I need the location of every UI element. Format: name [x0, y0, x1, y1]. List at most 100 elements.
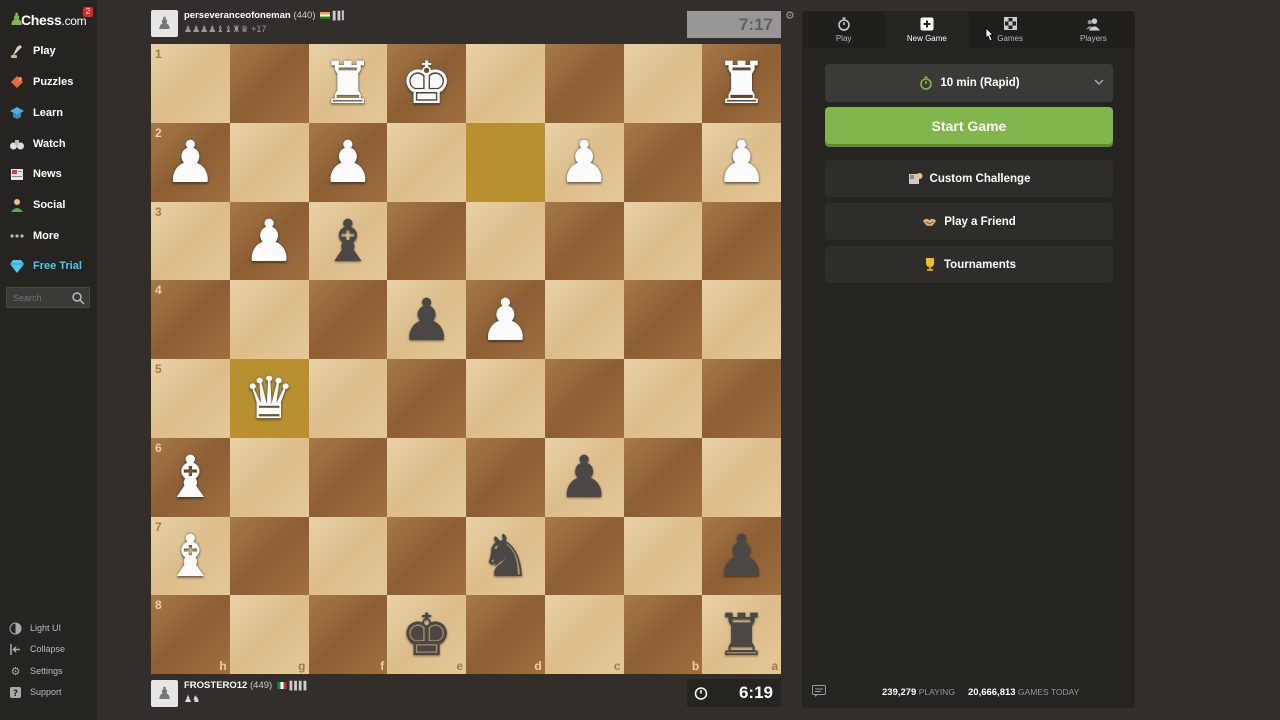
square-e4[interactable]: ♟ [387, 280, 466, 359]
square-g7[interactable] [229, 516, 309, 596]
square-h3[interactable]: 3 [151, 201, 230, 281]
square-e3[interactable] [387, 201, 466, 281]
chess-board[interactable]: 1 ♜ ♚ ♜ 2 ♟ ♟ ♟ ♟ 3 ♟ ♝ 4 ♟ ♟ 5 ♛ 6 ♝ ♟ 7 ♝ ♞ ♟ 8 h g f e ♚ d c b a ♜ [151, 44, 781, 674]
square-a1[interactable]: ♜ [702, 44, 781, 123]
square-c5[interactable] [544, 359, 624, 438]
black-bishop-icon[interactable]: ♝ [322, 212, 374, 270]
opponent-avatar[interactable]: ♟ [151, 10, 178, 37]
white-pawn-icon[interactable]: ♟ [716, 133, 768, 191]
search-icon[interactable] [71, 291, 85, 305]
tab-new-game[interactable]: New Game [885, 11, 969, 48]
square-h7[interactable]: 7 ♝ [151, 516, 230, 596]
sidebar-item-play[interactable]: Play [8, 40, 56, 62]
collapse-button[interactable]: Collapse [8, 641, 65, 657]
square-e5[interactable] [387, 359, 466, 438]
square-e1[interactable]: ♚ [387, 44, 466, 123]
white-rook-icon[interactable]: ♜ [322, 54, 374, 112]
square-d2[interactable] [466, 122, 545, 202]
square-b6[interactable] [623, 437, 703, 517]
square-h8[interactable]: 8h [151, 595, 230, 674]
square-f3[interactable]: ♝ [308, 201, 388, 281]
sidebar-item-more[interactable]: More [8, 225, 59, 247]
square-c2[interactable]: ♟ [544, 122, 624, 202]
board-settings-gear-icon[interactable]: ⚙ [785, 11, 796, 22]
square-f5[interactable] [308, 359, 388, 438]
square-d1[interactable] [466, 44, 545, 123]
square-e2[interactable] [387, 122, 466, 202]
square-a7[interactable]: ♟ [702, 516, 781, 596]
tournaments-button[interactable]: Tournaments [825, 246, 1113, 283]
square-e6[interactable] [387, 437, 466, 517]
square-d7[interactable]: ♞ [466, 516, 545, 596]
search-input[interactable] [13, 292, 71, 303]
white-pawn-icon[interactable]: ♟ [558, 133, 610, 191]
square-b5[interactable] [623, 359, 703, 438]
square-f2[interactable]: ♟ [308, 122, 388, 202]
square-a6[interactable] [702, 437, 781, 517]
black-knight-icon[interactable]: ♞ [479, 527, 531, 585]
square-g3[interactable]: ♟ [229, 201, 309, 281]
player-name[interactable]: FROSTERO12 [184, 680, 247, 691]
square-f8[interactable]: f [308, 595, 388, 674]
square-d5[interactable] [466, 359, 545, 438]
support-button[interactable]: ? Support [8, 684, 62, 700]
square-f7[interactable] [308, 516, 388, 596]
tab-games[interactable]: Games [969, 11, 1052, 48]
sidebar-item-puzzles[interactable]: Puzzles [8, 71, 73, 93]
sidebar-item-free-trial[interactable]: Free Trial [8, 255, 82, 277]
square-h1[interactable]: 1 [151, 44, 230, 123]
tab-players[interactable]: Players [1052, 11, 1135, 48]
square-g5[interactable]: ♛ [229, 359, 309, 438]
square-g8[interactable]: g [229, 595, 309, 674]
square-f1[interactable]: ♜ [308, 44, 388, 123]
square-b7[interactable] [623, 516, 703, 596]
white-rook-icon[interactable]: ♜ [716, 54, 768, 112]
black-pawn-icon[interactable]: ♟ [401, 291, 453, 349]
white-pawn-icon[interactable]: ♟ [479, 291, 531, 349]
chat-icon[interactable] [812, 685, 826, 697]
opponent-name[interactable]: perseveranceofoneman [184, 10, 291, 21]
white-pawn-icon[interactable]: ♟ [322, 133, 374, 191]
square-a4[interactable] [702, 280, 781, 359]
square-e8[interactable]: e ♚ [387, 595, 466, 674]
square-h4[interactable]: 4 [151, 280, 230, 359]
square-g2[interactable] [229, 122, 309, 202]
white-queen-icon[interactable]: ♛ [243, 369, 295, 427]
square-f4[interactable] [308, 280, 388, 359]
square-g6[interactable] [229, 437, 309, 517]
square-a2[interactable]: ♟ [702, 122, 781, 202]
settings-button[interactable]: ⚙ Settings [8, 663, 63, 679]
play-a-friend-button[interactable]: Play a Friend [825, 203, 1113, 240]
white-bishop-icon[interactable]: ♝ [164, 527, 216, 585]
player-avatar[interactable]: ♟ [151, 680, 178, 707]
sidebar-item-social[interactable]: Social [8, 194, 65, 216]
time-control-select[interactable]: 10 min (Rapid) [825, 64, 1113, 102]
custom-challenge-button[interactable]: Custom Challenge [825, 160, 1113, 197]
square-d6[interactable] [466, 437, 545, 517]
square-h2[interactable]: 2 ♟ [151, 122, 230, 202]
square-g4[interactable] [229, 280, 309, 359]
chess-logo[interactable]: ♟ Chess.com 2 [9, 7, 93, 31]
square-b8[interactable]: b [623, 595, 703, 674]
square-b4[interactable] [623, 280, 703, 359]
white-pawn-icon[interactable]: ♟ [164, 133, 216, 191]
square-a8[interactable]: a ♜ [702, 595, 781, 674]
black-rook-icon[interactable]: ♜ [716, 606, 768, 664]
black-king-icon[interactable]: ♚ [401, 606, 453, 664]
square-b1[interactable] [623, 44, 703, 123]
sidebar-item-watch[interactable]: Watch [8, 133, 66, 155]
light-ui-toggle[interactable]: Light UI [8, 620, 61, 636]
square-a5[interactable] [702, 359, 781, 438]
black-pawn-icon[interactable]: ♟ [716, 527, 768, 585]
white-bishop-icon[interactable]: ♝ [164, 448, 216, 506]
square-h5[interactable]: 5 [151, 359, 230, 438]
square-e7[interactable] [387, 516, 466, 596]
square-g1[interactable] [229, 44, 309, 123]
tab-play[interactable]: Play [802, 11, 885, 48]
square-d4[interactable]: ♟ [466, 280, 545, 359]
sidebar-item-news[interactable]: News [8, 163, 62, 185]
square-f6[interactable] [308, 437, 388, 517]
black-pawn-icon[interactable]: ♟ [558, 448, 610, 506]
square-b2[interactable] [623, 122, 703, 202]
square-h6[interactable]: 6 ♝ [151, 437, 230, 517]
